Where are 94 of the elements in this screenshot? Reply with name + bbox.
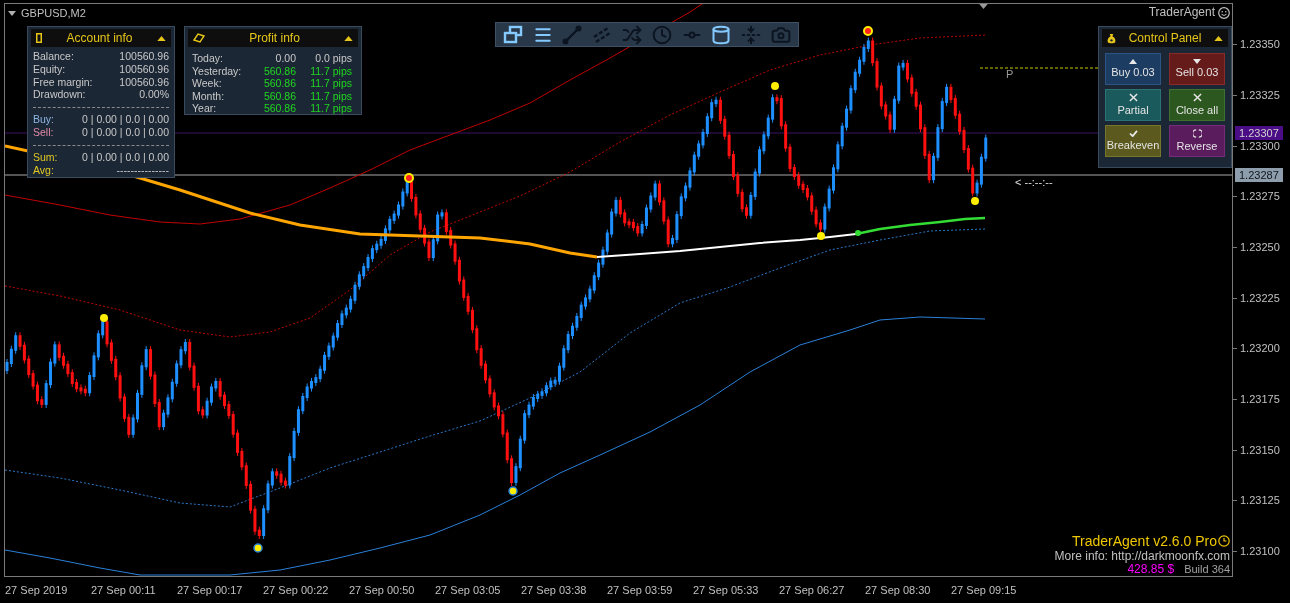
price-axis-label: 1.23250	[1240, 240, 1280, 254]
check-icon	[1128, 130, 1138, 137]
price-axis-label: 1.23300	[1240, 139, 1280, 153]
time-axis-label: 27 Sep 03:38	[521, 583, 587, 597]
shift-marker-icon	[979, 4, 988, 9]
trade-button[interactable]: Close all	[1169, 89, 1225, 121]
time-axis-label: 27 Sep 06:27	[779, 583, 845, 597]
profit-label: Today:	[192, 51, 224, 66]
profit-amount: 560.86	[262, 63, 296, 79]
dropdown-icon[interactable]	[8, 10, 16, 16]
cylinder-icon[interactable]	[711, 24, 732, 45]
windows-icon[interactable]	[502, 24, 523, 45]
collapse-icon[interactable]	[157, 35, 166, 41]
account-label: Sell:	[33, 125, 54, 140]
collapse-icon[interactable]	[1214, 35, 1223, 41]
time-axis-label: 27 Sep 00:22	[263, 583, 329, 597]
price-axis-label: 1.23175	[1240, 393, 1280, 407]
price-axis-label: 1.23350	[1240, 38, 1280, 52]
profit-pips: 11.7 pips	[309, 64, 352, 79]
trade-button[interactable]: Reverse	[1169, 125, 1225, 157]
signal-dot-icon	[253, 543, 263, 553]
profit-pips: 11.7 pips	[309, 77, 352, 92]
product-title: TraderAgent v2.6.0 Pro	[1072, 533, 1217, 549]
account-label: Buy:	[33, 112, 54, 128]
cross-icon	[1192, 93, 1202, 102]
pivot-label: P	[1006, 68, 1014, 81]
time-axis-label: 27 Sep 00:11	[91, 583, 156, 597]
cycle-icon	[1192, 129, 1202, 138]
account-label: Equity:	[33, 62, 66, 77]
account-value: 100560.96	[119, 62, 169, 77]
panel-title: Account info	[65, 31, 134, 45]
signal-dot-icon	[771, 82, 779, 90]
account-value: 0 | 0.00 | 0.0 | 0.00	[82, 112, 169, 128]
profit-pips: 11.7 pips	[309, 102, 352, 117]
profit-pips: 11.7 pips	[309, 89, 352, 104]
price-marker: 1.23307	[1235, 126, 1283, 140]
price-axis-label: 1.23150	[1240, 443, 1280, 457]
panel-title: Profit info	[248, 31, 301, 45]
profit-amount: 0.00	[274, 51, 296, 66]
profit-label: Yesterday:	[192, 64, 243, 79]
card-icon	[36, 33, 42, 43]
trade-button[interactable]: Partial	[1105, 89, 1161, 121]
cross-icon	[1128, 93, 1138, 102]
price-axis-label: 1.23275	[1240, 190, 1280, 204]
collapse-icon[interactable]	[344, 35, 353, 41]
account-value: 100560.96	[119, 74, 169, 90]
time-axis-label: 27 Sep 00:50	[349, 583, 415, 597]
profit-amount: 560.86	[262, 101, 296, 117]
time-axis-label: 27 Sep 08:30	[865, 583, 931, 597]
time-axis-label: 27 Sep 03:59	[607, 583, 673, 597]
build-label: Build 364	[1184, 563, 1230, 576]
trade-button[interactable]: Sell 0.03	[1169, 53, 1225, 85]
trend-dot-icon	[855, 230, 861, 236]
account-value: 100560.96	[119, 49, 169, 65]
candle-timer: < --:--:--	[1015, 176, 1053, 189]
expert-label: TraderAgent	[1148, 5, 1215, 20]
account-value: 0 | 0.00 | 0.0 | 0.00	[82, 150, 169, 166]
clock-icon	[1218, 535, 1230, 547]
time-axis-label: 27 Sep 00:17	[177, 583, 243, 597]
signal-dot-icon	[863, 26, 873, 36]
smiley-icon	[1218, 6, 1230, 19]
price-axis-label: 1.23200	[1240, 342, 1280, 356]
signal-dot-icon	[971, 197, 979, 205]
profit-pips: 0.0 pips	[314, 51, 352, 66]
account-label: Free margin:	[33, 75, 93, 90]
account-value: ---------------	[116, 163, 169, 178]
time-axis-label: 27 Sep 09:15	[951, 583, 1017, 597]
price-marker: 1.23287	[1235, 168, 1283, 182]
time-axis-label: 27 Sep 03:05	[435, 583, 501, 597]
signal-dot-icon	[100, 314, 108, 322]
price-axis-label: 1.23225	[1240, 291, 1280, 305]
price-axis-label: 1.23100	[1240, 545, 1280, 559]
info-link[interactable]: More info: http://darkmoonfx.com	[1054, 549, 1230, 563]
account-value: 0 | 0.00 | 0.0 | 0.00	[82, 125, 169, 140]
account-label: Balance:	[33, 49, 74, 65]
time-axis-label: 27 Sep 05:33	[693, 583, 759, 597]
account-value: 0.00%	[139, 87, 169, 103]
time-axis-label: 27 Sep 2019	[5, 583, 68, 597]
account-label: Drawdown:	[33, 88, 86, 103]
caret-down-icon	[1193, 59, 1201, 64]
profit-label: Year:	[192, 101, 218, 117]
price-axis-label: 1.23325	[1240, 88, 1280, 102]
balance-label: 428.85 $	[1127, 563, 1175, 576]
ticket-icon	[193, 33, 205, 43]
caret-up-icon	[1129, 59, 1137, 64]
signal-dot-icon	[817, 232, 825, 240]
money-bag-icon	[1107, 32, 1116, 44]
signal-dot-icon	[508, 486, 518, 496]
panel-title: Control Panel	[1127, 31, 1203, 45]
trade-button[interactable]: Breakeven	[1105, 125, 1161, 157]
signal-dot-icon	[404, 173, 414, 183]
symbol-label: GBPUSD,M2	[21, 6, 86, 20]
trade-button[interactable]: Buy 0.03	[1105, 53, 1161, 85]
price-axis-label: 1.23125	[1240, 494, 1280, 508]
